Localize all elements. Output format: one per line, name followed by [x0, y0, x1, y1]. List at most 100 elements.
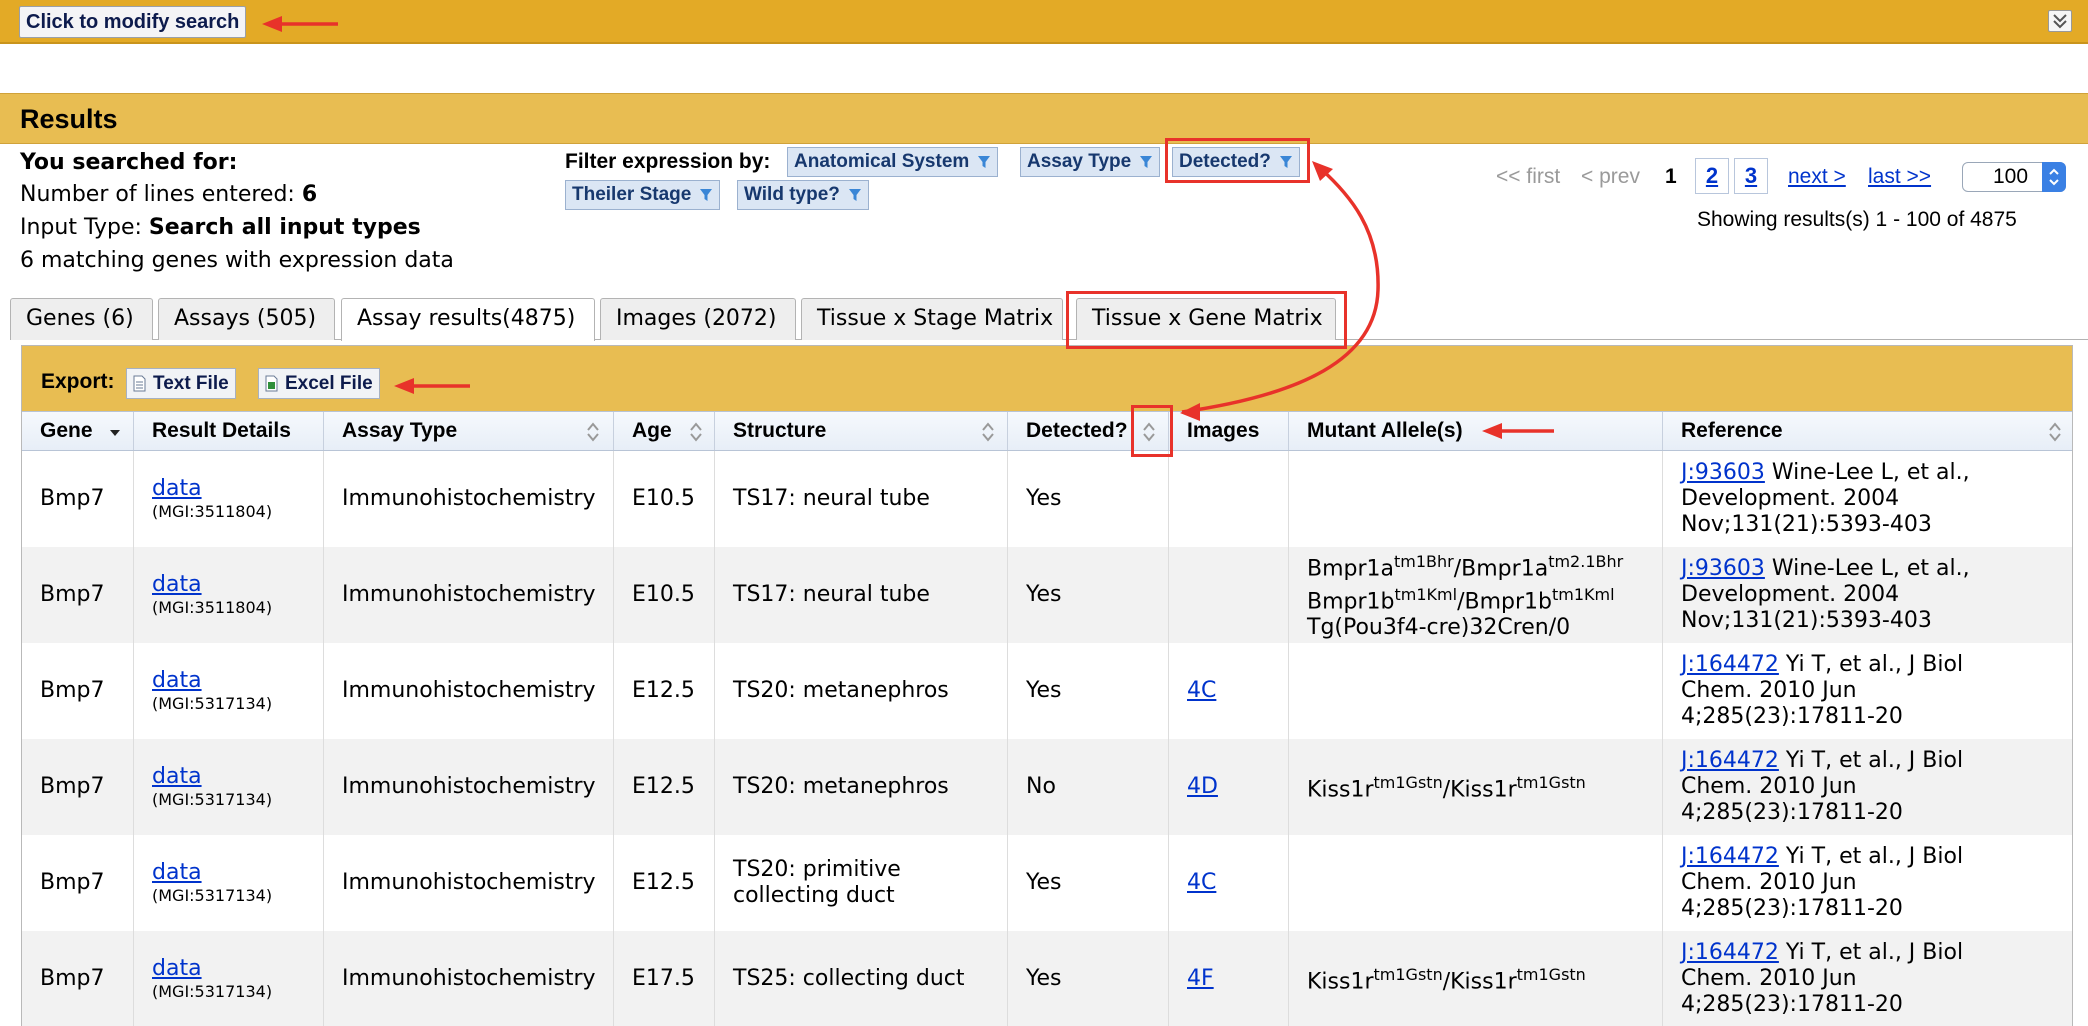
cell-detected: Yes	[1008, 547, 1169, 643]
cell-mutant-alleles	[1289, 835, 1663, 931]
filter-anatomical-system-button[interactable]: Anatomical System	[787, 147, 999, 177]
result-details-link[interactable]: data	[152, 476, 323, 502]
mgi-id: (MGI:3511804)	[152, 502, 273, 521]
result-details-link[interactable]: data	[152, 860, 323, 886]
reference-line: 4;285(23):17811-20	[1681, 704, 1903, 729]
cell-mutant-alleles: Bmpr1atm1Bhr/Bmpr1atm2.1Bhr Bmpr1btm1Kml/…	[1289, 547, 1663, 643]
filter-theiler-stage-button[interactable]: Theiler Stage	[565, 180, 721, 210]
reference-line: Development. 2004	[1681, 486, 1900, 511]
tab-genes[interactable]: Genes (6)	[10, 298, 153, 340]
cell-reference: J:164472 Yi T, et al., J Biol Chem. 2010 …	[1663, 739, 2072, 835]
assay-type: Immunohistochemistry	[342, 486, 596, 511]
allele-line: Kiss1rtm1Gstn/Kiss1rtm1Gstn	[1307, 962, 1662, 995]
reference-link[interactable]: J:93603	[1681, 460, 1765, 485]
result-details-link[interactable]: data	[152, 668, 323, 694]
cell-mutant-alleles	[1289, 643, 1663, 739]
column-header-reference[interactable]: Reference	[1663, 412, 2072, 450]
table-row: Bmp7 data (MGI:5317134) Immunohistochemistr…	[22, 643, 2072, 739]
cell-assay-type: Immunohistochemistry	[324, 931, 614, 1026]
image-link[interactable]: 4C	[1187, 870, 1288, 896]
result-details-link[interactable]: data	[152, 572, 323, 598]
column-header-structure[interactable]: Structure	[715, 412, 1008, 450]
paging-page-3[interactable]: 3	[1734, 158, 1768, 194]
age: E10.5	[632, 486, 695, 511]
image-link[interactable]: 4C	[1187, 678, 1288, 704]
detected-value: Yes	[1026, 678, 1062, 703]
results-title: Results	[20, 104, 118, 134]
paging-next[interactable]: next >	[1788, 165, 1846, 189]
cell-images: 4C	[1169, 835, 1289, 931]
reference-link[interactable]: J:164472	[1681, 748, 1779, 773]
paging-page-2[interactable]: 2	[1695, 158, 1729, 194]
filter-assay-type-button[interactable]: Assay Type	[1020, 147, 1161, 177]
reference-line: Chem. 2010 Jun	[1681, 774, 1857, 799]
reference-first-line: J:164472 Yi T, et al., J Biol	[1681, 940, 2072, 966]
gene-symbol: Bmp7	[40, 966, 105, 991]
column-header-gene[interactable]: Gene	[22, 412, 134, 450]
cell-reference: J:164472 Yi T, et al., J Biol Chem. 2010 …	[1663, 835, 2072, 931]
mgi-id: (MGI:3511804)	[152, 598, 273, 617]
input-type: Input Type: Search all input types	[20, 215, 421, 240]
cell-detected: Yes	[1008, 931, 1169, 1026]
image-link[interactable]: 4D	[1187, 774, 1288, 800]
allele-line: Bmpr1atm1Bhr/Bmpr1atm2.1Bhr	[1307, 549, 1662, 582]
cell-images: 4F	[1169, 931, 1289, 1026]
paging-last[interactable]: last >>	[1868, 165, 1931, 189]
reference-authors: Yi T, et al., J Biol	[1785, 748, 1964, 773]
tab-assays[interactable]: Assays (505)	[158, 298, 335, 340]
tab-tissue-stage-matrix[interactable]: Tissue x Stage Matrix	[801, 298, 1063, 340]
tab-assay-results[interactable]: Assay results(4875)	[341, 298, 595, 341]
cell-structure: TS20: metanephros	[715, 739, 1008, 835]
assay-type: Immunohistochemistry	[342, 870, 596, 895]
reference-link[interactable]: J:164472	[1681, 940, 1779, 965]
modify-search-button[interactable]: Click to modify search	[19, 6, 247, 38]
reference-authors: Yi T, et al., J Biol	[1785, 844, 1964, 869]
allele-line: Bmpr1btm1Kml/Bmpr1btm1Kml	[1307, 582, 1662, 615]
page-size-select[interactable]: 100	[1962, 162, 2066, 192]
cell-structure: TS17: neural tube	[715, 451, 1008, 547]
reference-line: Nov;131(21):5393-403	[1681, 608, 1932, 633]
allele-superscript: tm1Gstn	[1516, 965, 1586, 985]
allele-superscript: tm1Kml	[1551, 585, 1615, 604]
tab-images[interactable]: Images (2072)	[600, 298, 796, 340]
cell-gene: Bmp7	[22, 835, 134, 931]
mgi-id: (MGI:5317134)	[152, 886, 273, 905]
image-link[interactable]: 4F	[1187, 966, 1288, 992]
export-excel-file-button[interactable]: Excel File	[258, 368, 380, 399]
cell-structure: TS20: primitive collecting duct	[715, 835, 1008, 931]
reference-line: Chem. 2010 Jun	[1681, 870, 1857, 895]
filter-label: Filter expression by:	[565, 150, 771, 173]
cell-reference: J:93603 Wine-Lee L, et al., Development. …	[1663, 451, 2072, 547]
column-header-assay-type[interactable]: Assay Type	[324, 412, 614, 450]
mgi-id: (MGI:5317134)	[152, 694, 273, 713]
reference-line: Development. 2004	[1681, 582, 1900, 607]
reference-authors: Yi T, et al., J Biol	[1785, 652, 1964, 677]
allele-text: /Bmpr1b	[1457, 589, 1552, 615]
assay-type: Immunohistochemistry	[342, 678, 596, 703]
result-details-link[interactable]: data	[152, 764, 323, 790]
paging-prev: < prev	[1581, 165, 1640, 188]
cell-detected: Yes	[1008, 643, 1169, 739]
reference-link[interactable]: J:164472	[1681, 652, 1779, 677]
export-bar: Export: Text File Excel File	[22, 346, 2072, 411]
cell-gene: Bmp7	[22, 739, 134, 835]
age: E12.5	[632, 678, 695, 703]
result-details-link[interactable]: data	[152, 956, 323, 982]
cell-result-details: data (MGI:3511804)	[134, 547, 324, 643]
reference-authors: Yi T, et al., J Biol	[1785, 940, 1964, 965]
cell-detected: No	[1008, 739, 1169, 835]
detected-value: Yes	[1026, 966, 1062, 991]
reference-link[interactable]: J:93603	[1681, 556, 1765, 581]
allele-superscript: tm1Gstn	[1516, 773, 1586, 793]
reference-first-line: J:164472 Yi T, et al., J Biol	[1681, 844, 2072, 870]
column-header-result-details: Result Details	[134, 412, 324, 450]
reference-link[interactable]: J:164472	[1681, 844, 1779, 869]
allele-text: /Kiss1r	[1442, 969, 1517, 995]
export-text-file-button[interactable]: Text File	[126, 368, 236, 399]
column-header-age[interactable]: Age	[614, 412, 715, 450]
table-row: Bmp7 data (MGI:3511804) Immunohistochemistr…	[22, 547, 2072, 643]
collapse-icon[interactable]	[2048, 10, 2072, 32]
cell-images	[1169, 547, 1289, 643]
filter-wild-type-button[interactable]: Wild type?	[737, 180, 869, 210]
gene-symbol: Bmp7	[40, 774, 105, 799]
